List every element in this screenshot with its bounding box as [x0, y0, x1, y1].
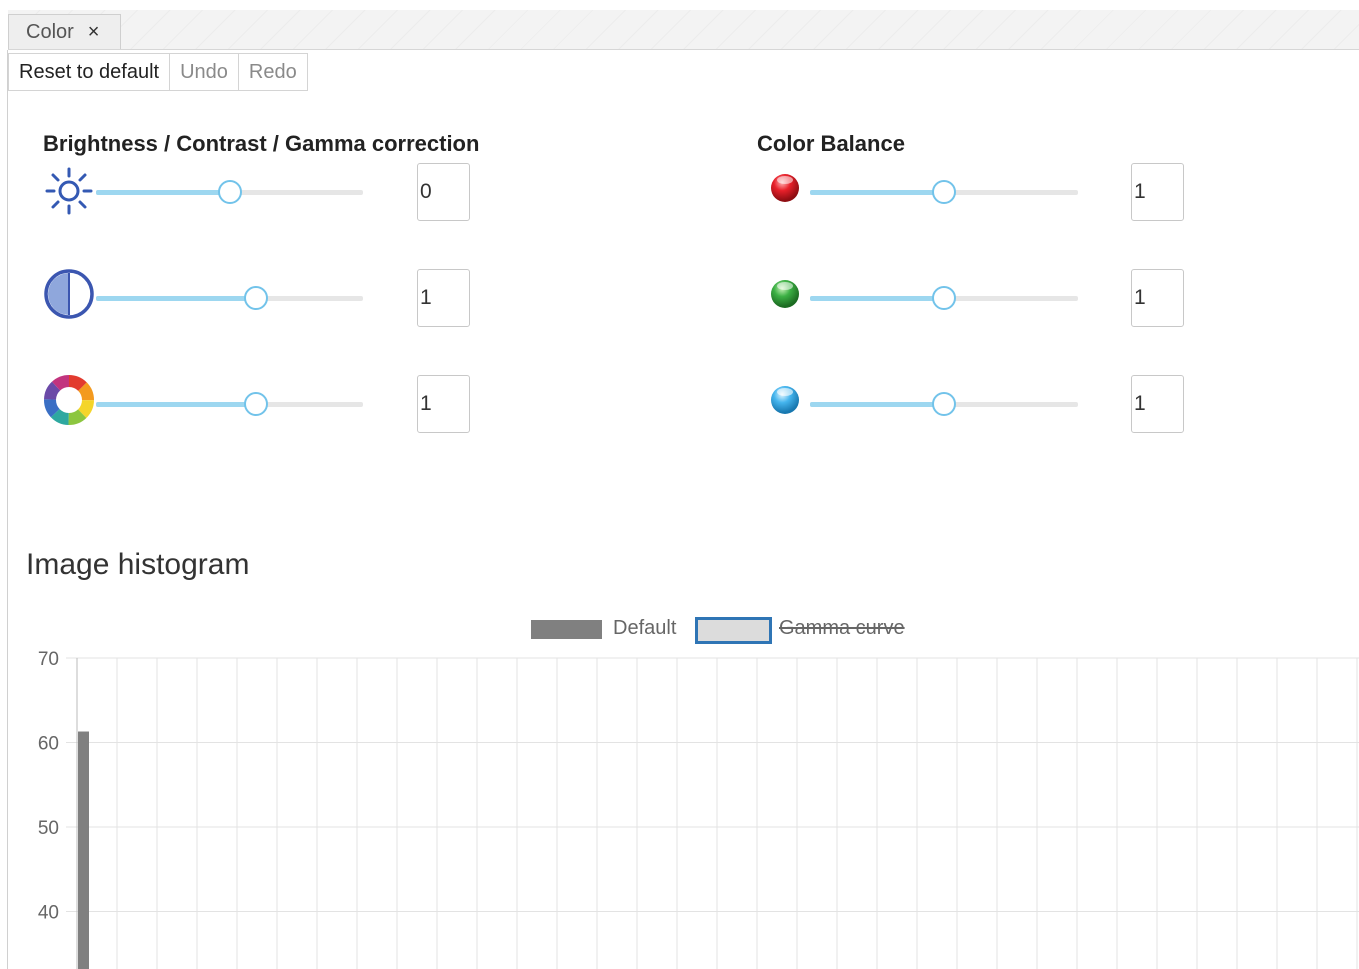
- gamma-input[interactable]: 1: [417, 375, 470, 433]
- toolbar: Reset to default Undo Redo: [8, 53, 308, 91]
- legend-gamma-swatch[interactable]: [695, 617, 772, 644]
- y-tick-label: 60: [38, 734, 59, 755]
- green-balance-slider[interactable]: [810, 285, 1078, 311]
- histogram-bar: [78, 731, 89, 969]
- tab-color[interactable]: Color ×: [8, 14, 121, 49]
- redo-button[interactable]: Redo: [237, 53, 308, 91]
- legend-gamma-label[interactable]: Gamma curve: [779, 617, 905, 640]
- legend-default-swatch[interactable]: [531, 620, 602, 639]
- slider-fill: [96, 296, 257, 301]
- brightness-slider[interactable]: [96, 179, 363, 205]
- undo-button[interactable]: Undo: [169, 53, 239, 91]
- panel-border: [7, 50, 8, 969]
- blue-balance-slider[interactable]: [810, 391, 1078, 417]
- reset-to-default-button[interactable]: Reset to default: [8, 53, 171, 91]
- contrast-icon: [43, 268, 95, 320]
- contrast-slider[interactable]: [96, 285, 363, 311]
- red-ball-icon: [767, 170, 803, 206]
- slider-fill: [810, 402, 944, 407]
- brightness-input[interactable]: 0: [417, 163, 470, 221]
- tab-strip: Color ×: [8, 10, 1359, 50]
- contrast-input[interactable]: 1: [417, 269, 470, 327]
- gamma-slider[interactable]: [96, 391, 363, 417]
- slider-thumb[interactable]: [217, 180, 242, 204]
- green-balance-input[interactable]: 1: [1131, 269, 1184, 327]
- slider-thumb[interactable]: [932, 392, 956, 416]
- slider-thumb[interactable]: [244, 286, 269, 310]
- slider-fill: [96, 190, 230, 195]
- slider-thumb[interactable]: [932, 180, 956, 204]
- legend-default-label[interactable]: Default: [613, 617, 676, 640]
- red-balance-input[interactable]: 1: [1131, 163, 1184, 221]
- adjust-section-title: Brightness / Contrast / Gamma correction: [43, 131, 480, 156]
- red-balance-slider[interactable]: [810, 179, 1078, 205]
- histogram-title: Image histogram: [26, 548, 250, 581]
- brightness-sun-icon: [43, 165, 95, 217]
- slider-fill: [96, 402, 257, 407]
- green-ball-icon: [767, 276, 803, 312]
- balance-section-title: Color Balance: [757, 131, 905, 156]
- tab-label: Color: [26, 20, 74, 43]
- blue-ball-icon: [767, 382, 803, 418]
- blue-balance-input[interactable]: 1: [1131, 375, 1184, 433]
- y-tick-label: 40: [38, 903, 59, 924]
- slider-thumb[interactable]: [244, 392, 269, 416]
- y-tick-label: 50: [38, 818, 59, 839]
- slider-fill: [810, 190, 944, 195]
- close-icon[interactable]: ×: [88, 21, 100, 44]
- gamma-color-wheel-icon: [43, 374, 95, 426]
- slider-thumb[interactable]: [932, 286, 956, 310]
- slider-fill: [810, 296, 944, 301]
- y-tick-label: 70: [38, 649, 59, 670]
